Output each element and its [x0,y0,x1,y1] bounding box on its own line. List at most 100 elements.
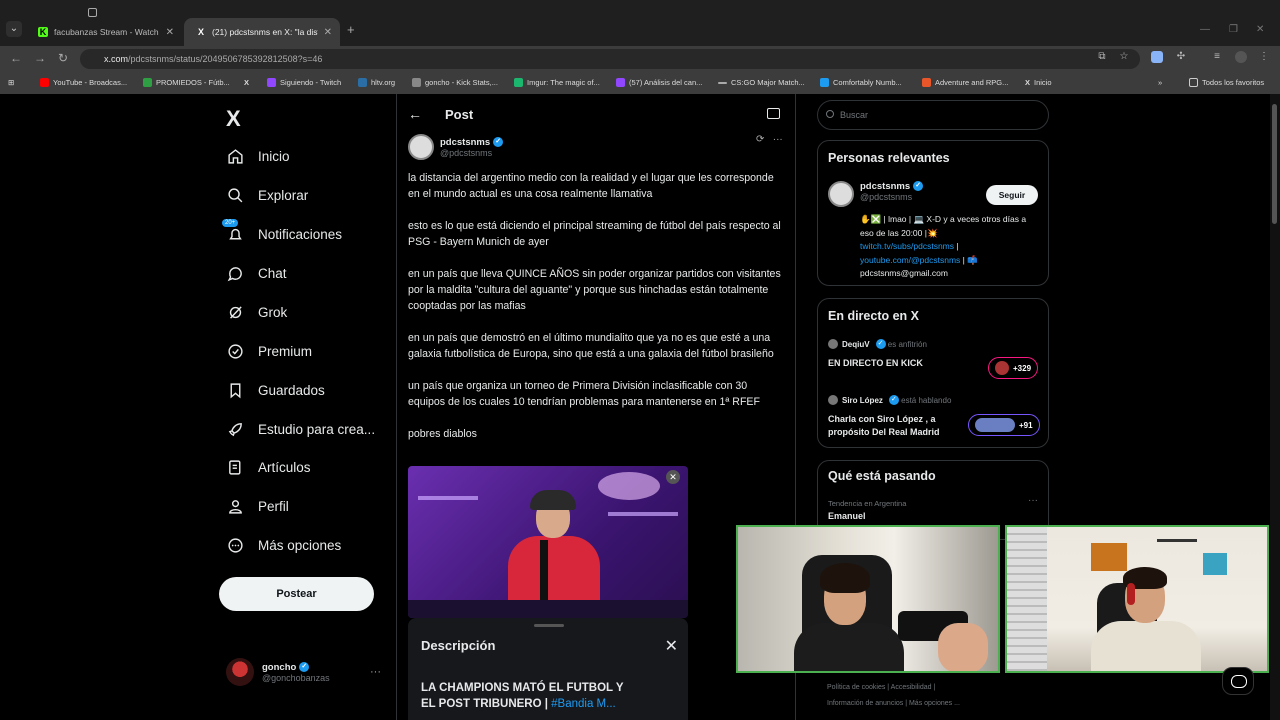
shelf [418,496,478,500]
browser-tab-kick[interactable]: K facubanzas Stream - Watch Live ✕ [26,18,182,46]
live-item[interactable]: Siro López ✓ está hablando Charla con Sir… [828,395,978,439]
live-item[interactable]: DeqiuV ✓ es anfitrión EN DIRECTO EN KICK [828,339,927,370]
minimize-icon[interactable]: — [1200,24,1210,35]
new-tab-button[interactable]: + [347,22,355,37]
site-info-icon[interactable] [88,8,97,17]
wall-poster [1091,543,1127,571]
bookmark-item[interactable]: X [244,78,249,87]
nav-item-notificaciones[interactable]: 20+ Notificaciones [222,219,342,248]
nav-item-chat[interactable]: Chat [226,259,287,287]
nav-item-perfil[interactable]: Perfil [226,492,289,520]
bookmark-item[interactable]: Siguiendo - Twitch [267,78,341,87]
back-icon[interactable]: ← [10,51,22,65]
bookmark-item[interactable]: YouTube - Broadcas... [40,78,127,87]
search-input[interactable]: Buscar [817,100,1049,130]
nav-item-premium[interactable]: Premium [226,337,312,365]
post-author[interactable]: pdcstsnms ✓ @pdcstsnms [408,134,504,160]
bookmark-icon [226,381,244,399]
reader-icon[interactable] [767,108,780,119]
live-listeners[interactable]: +91 [968,414,1040,436]
restore-icon[interactable]: ❐ [1229,24,1238,35]
post-text: la distancia del argentino medio con la … [408,170,783,458]
nav-item-mas-opciones[interactable]: Más opciones [226,531,341,559]
drag-handle[interactable] [534,624,564,627]
person-hand [938,623,988,671]
webcam-left [736,525,1000,673]
card-title: En directo en X [828,309,919,323]
nav-item-explorar[interactable]: Explorar [226,181,308,209]
bookmark-item[interactable]: Comfortably Numb... [820,78,902,87]
x-logo[interactable]: X [226,106,241,132]
bookmark-item[interactable]: Imgur: The magic of... [514,78,600,87]
kick-stats-icon [412,78,421,87]
bio-link[interactable]: youtube.com/@pdcstsnms [860,255,960,265]
nav-label: Guardados [258,382,325,398]
bio-link[interactable]: twitch.tv/subs/pdcstsnms [860,241,954,251]
nav-item-guardados[interactable]: Guardados [226,376,325,404]
close-icon[interactable]: ✕ [666,470,680,484]
browser-tab-x[interactable]: X (21) pdcstsnms en X: "la distanc ✕ [184,18,340,46]
all-bookmarks[interactable]: Todos los favoritos [1189,78,1264,87]
footer-line[interactable]: Información de anuncios | Más opciones .… [827,696,1027,712]
extension-icon[interactable] [1151,51,1163,63]
puzzle-icon[interactable]: ✣ [1175,51,1187,63]
close-icon[interactable]: ✕ [166,27,174,38]
follow-button[interactable]: Seguir [986,185,1038,205]
user-name: pdcstsnms [860,181,911,192]
bookmark-label: PROMIEDOS - Fútb... [156,78,230,87]
wall-shelf [1157,539,1197,542]
install-app-icon[interactable]: ⧉ [1096,51,1108,63]
avatar [828,181,854,207]
post-video[interactable]: ✕ [408,466,688,618]
star-icon[interactable]: ☆ [1118,51,1130,63]
webcam-right [1005,525,1269,673]
bookmark-item[interactable]: Adventure and RPG... [922,78,1008,87]
scrollbar-thumb[interactable] [1272,104,1277,224]
relevant-user[interactable]: pdcstsnms ✓ @pdcstsnms [828,181,924,207]
reload-icon[interactable]: ↻ [58,51,68,65]
hashtag-link[interactable]: #Bandia M... [551,698,616,710]
bookmark-item[interactable]: goncho - Kick Stats,... [412,78,498,87]
nav-item-grok[interactable]: Grok [226,298,287,326]
post-button[interactable]: Postear [219,577,374,611]
grok-explain-icon[interactable]: ⟳ [756,134,764,145]
close-icon[interactable]: ✕ [324,27,332,38]
tab-search-button[interactable]: ⌄ [6,21,22,37]
account-switcher[interactable]: goncho ✓ @gonchobanzas [226,658,330,686]
nav-item-inicio[interactable]: Inicio [226,142,290,170]
bookmark-item[interactable]: hltv.org [358,78,395,87]
chat-bubble-icon[interactable] [1222,667,1254,695]
folder-icon [1189,78,1198,87]
footer-line[interactable]: Política de cookies | Accesibilidad | [827,680,1027,696]
author-name: pdcstsnms [440,136,491,148]
bookmark-item[interactable]: X Inicio [1025,78,1052,87]
person-shirt [794,623,904,671]
nav-item-articulos[interactable]: Artículos [226,453,311,481]
profile-avatar-icon[interactable] [1235,51,1247,63]
verified-icon: ✓ [299,661,310,672]
menu-dots-icon[interactable]: ⋮ [1258,51,1270,63]
bookmark-item[interactable]: PROMIEDOS - Fútb... [143,78,230,87]
nav-item-estudio[interactable]: Estudio para crea... [226,415,375,443]
apps-icon[interactable]: ⊞ [8,78,14,87]
more-dots-icon[interactable]: ··· [370,666,381,678]
url-domain: x.com [104,54,129,64]
user-bio: ✋❎ | lmao | 💻 X-D y a veces otros días a… [860,213,1040,281]
user-handle: @pdcstsnms [860,192,913,202]
more-dots-icon[interactable]: ··· [773,134,783,145]
more-bookmarks-icon[interactable]: » [1158,78,1162,87]
bookmark-item[interactable]: (57) Análisis del can... [616,78,702,87]
tab-label: facubanzas Stream - Watch Live [54,27,160,37]
nav-label: Grok [258,304,288,320]
close-window-icon[interactable]: ✕ [1256,24,1264,35]
bookmark-item[interactable]: CS:GO Major Match... [718,78,805,87]
close-icon[interactable]: ✕ [665,636,678,656]
description-panel: Descripción ✕ LA CHAMPIONS MATÓ EL FUTBO… [408,618,688,720]
trend-name[interactable]: Emanuel [828,511,866,521]
back-arrow-icon[interactable]: ← [408,106,422,122]
live-listeners[interactable]: +329 [988,357,1039,379]
more-dots-icon[interactable]: ··· [1028,495,1038,506]
forward-icon[interactable]: → [34,51,46,65]
url-input[interactable]: x.com/pdcstsnms/status/20495067853928125… [80,49,1140,69]
media-icon[interactable]: ≡ [1211,51,1223,63]
